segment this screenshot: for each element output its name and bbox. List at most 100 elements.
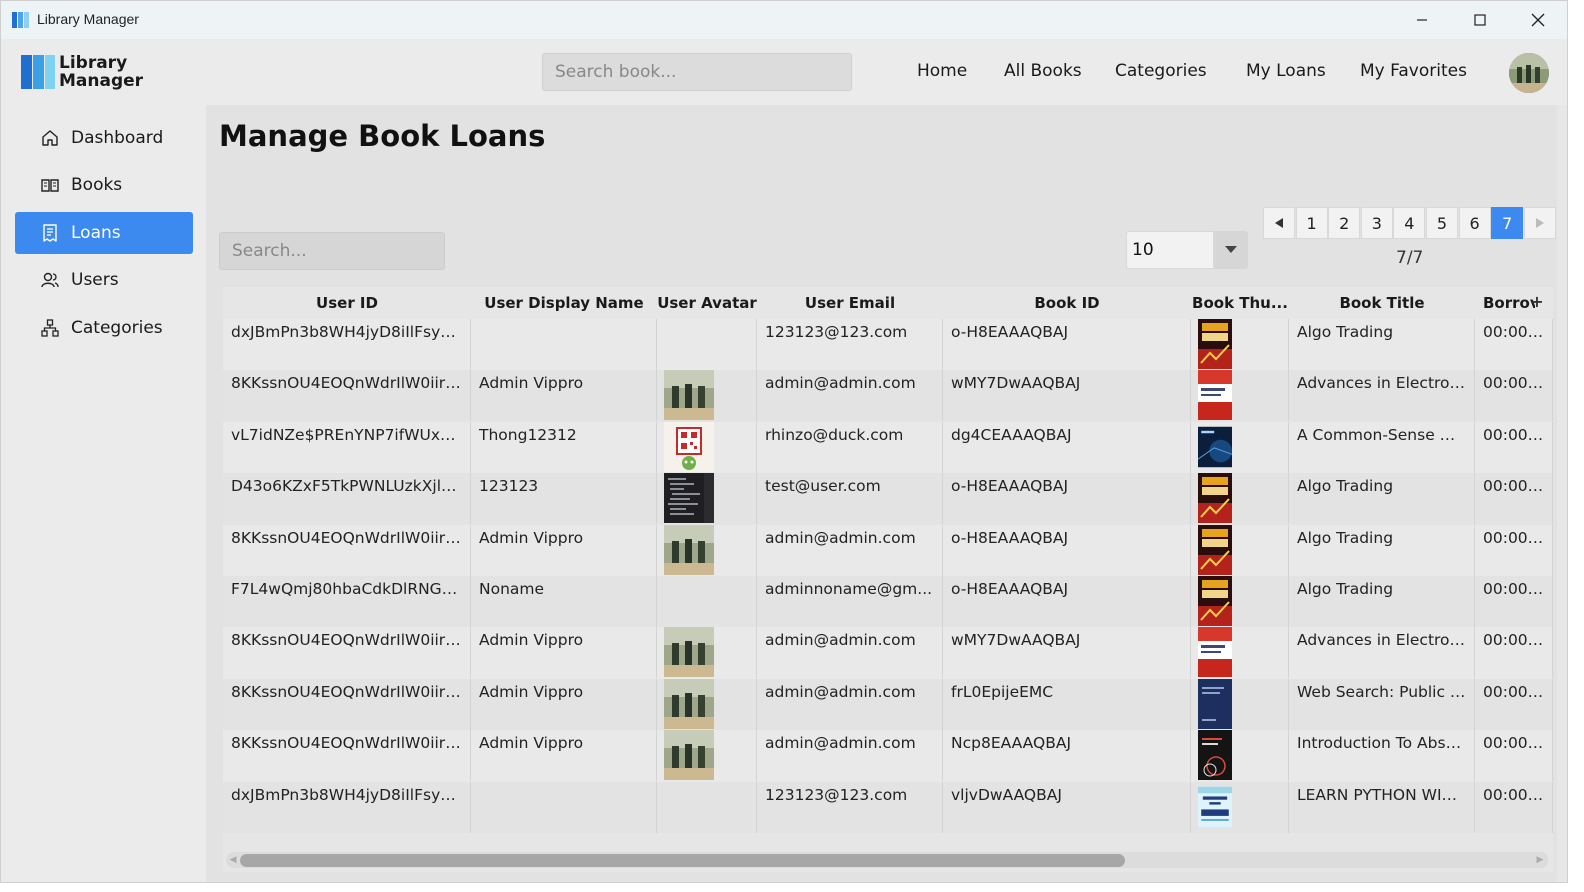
cell-book-id: wMY7DwAAQBAJ bbox=[943, 370, 1191, 422]
table-row[interactable]: dxJBmPn3b8WH4jyD8iIlFsyEp... 123123@123.c… bbox=[223, 319, 1553, 371]
nav-all-books[interactable]: All Books bbox=[1004, 61, 1082, 81]
chevron-down-icon bbox=[1225, 246, 1237, 253]
vertical-scrollbar[interactable] bbox=[1557, 105, 1567, 882]
book-thumbnail-image bbox=[1198, 319, 1232, 369]
column-header-avatar[interactable]: User Avatar bbox=[657, 287, 757, 319]
sidebar-item-label: Books bbox=[71, 175, 123, 195]
logo-line-2: Manager bbox=[59, 71, 144, 91]
table-header: User ID User Display Name User Avatar Us… bbox=[223, 287, 1553, 319]
avatar-photo bbox=[1509, 53, 1549, 93]
cell-email: admin@admin.com bbox=[757, 370, 943, 422]
pagination-info: 7/7 bbox=[1396, 248, 1424, 268]
cell-display-name bbox=[471, 319, 657, 370]
user-avatar-image bbox=[664, 627, 714, 678]
column-header-book-title[interactable]: Book Title bbox=[1289, 287, 1475, 319]
column-header-borrow[interactable]: Borrov bbox=[1475, 287, 1535, 319]
cell-book-title: Algo Trading bbox=[1289, 319, 1475, 370]
pagination-prev-button[interactable] bbox=[1263, 207, 1295, 239]
horizontal-scrollbar[interactable]: ◀ ▶ bbox=[226, 852, 1548, 868]
sidebar-item-label: Dashboard bbox=[71, 128, 164, 148]
sidebar-item-loans[interactable]: Loans bbox=[15, 212, 193, 254]
cell-user-id: 8KKssnOU4EOQnWdrIlW0iirpO... bbox=[223, 730, 471, 782]
scroll-right-icon[interactable]: ▶ bbox=[1534, 854, 1546, 866]
column-header-book-thumbnail[interactable]: Book Thu... bbox=[1191, 287, 1289, 319]
add-column-button[interactable]: + bbox=[1528, 289, 1546, 313]
scrollbar-thumb[interactable] bbox=[240, 854, 1125, 867]
table-row[interactable]: 8KKssnOU4EOQnWdrIlW0iirpO... Admin Vippro… bbox=[223, 370, 1553, 422]
cell-book-title: Algo Trading bbox=[1289, 473, 1475, 525]
page-size-dropdown-button[interactable] bbox=[1214, 231, 1248, 269]
book-search-input[interactable]: Search book... bbox=[542, 53, 852, 91]
table-row[interactable]: vL7idNZe$PREnYNP7ifWUxBHU... Thong12312 rh… bbox=[223, 421, 1553, 474]
cell-display-name: Admin Vippro bbox=[471, 524, 657, 576]
app-icon bbox=[12, 12, 29, 28]
cell-borrow-time: 00:00:00 bbox=[1475, 730, 1553, 782]
minimize-button[interactable] bbox=[1393, 1, 1451, 39]
pagination-page-3[interactable]: 3 bbox=[1360, 207, 1393, 239]
loan-search-input[interactable]: Search... bbox=[219, 232, 445, 270]
scroll-left-icon[interactable]: ◀ bbox=[227, 854, 239, 866]
table-row[interactable]: dxJBmPn3b8WH4jyD8iIlFsyEp... 123123@123.c… bbox=[223, 781, 1553, 833]
maximize-button[interactable] bbox=[1451, 1, 1509, 39]
cell-user-id: vL7idNZe$PREnYNP7ifWUxBHU... bbox=[223, 421, 471, 473]
nav-my-loans[interactable]: My Loans bbox=[1246, 61, 1326, 81]
cell-book-title: Algo Trading bbox=[1289, 576, 1475, 627]
pagination-page-7[interactable]: 7 bbox=[1491, 207, 1524, 239]
cell-book-id: wMY7DwAAQBAJ bbox=[943, 627, 1191, 679]
cell-book-thumbnail bbox=[1191, 627, 1289, 679]
cell-display-name: 123123 bbox=[471, 473, 657, 525]
column-header-user-id[interactable]: User ID bbox=[223, 287, 471, 319]
nav-categories[interactable]: Categories bbox=[1115, 61, 1207, 81]
book-thumbnail-image bbox=[1198, 524, 1232, 575]
cell-borrow-time: 00:00:00 bbox=[1475, 781, 1553, 833]
pagination-next-button[interactable] bbox=[1523, 207, 1556, 239]
cell-user-id: F7L4wQmj80hbaCdkDlRNGQL... bbox=[223, 576, 471, 627]
cell-book-id: vljvDwAAQBAJ bbox=[943, 781, 1191, 833]
cell-book-id: o-H8EAAAQBAJ bbox=[943, 576, 1191, 627]
nav-my-favorites[interactable]: My Favorites bbox=[1360, 61, 1467, 81]
sidebar-item-users[interactable]: Users bbox=[15, 259, 193, 301]
loan-search-placeholder: Search... bbox=[232, 241, 307, 261]
sidebar-item-label: Users bbox=[71, 270, 119, 290]
table-row[interactable]: 8KKssnOU4EOQnWdrIlW0iirpO... Admin Vippro… bbox=[223, 730, 1553, 782]
cell-book-thumbnail bbox=[1191, 370, 1289, 422]
sidebar-item-dashboard[interactable]: Dashboard bbox=[15, 117, 193, 159]
sidebar-item-categories[interactable]: Categories bbox=[15, 307, 193, 349]
cell-user-id: 8KKssnOU4EOQnWdrIlW0iirpO... bbox=[223, 370, 471, 422]
book-thumbnail-image bbox=[1198, 473, 1232, 524]
page-size-select[interactable]: 10 bbox=[1126, 231, 1248, 269]
table-row[interactable]: 8KKssnOU4EOQnWdrIlW0iirpO... Admin Vippro… bbox=[223, 627, 1553, 679]
cell-borrow-time: 00:00:00 bbox=[1475, 319, 1553, 370]
pagination-page-6[interactable]: 6 bbox=[1458, 207, 1491, 239]
pagination: 1 2 3 4 5 6 7 bbox=[1263, 207, 1556, 239]
nav-home[interactable]: Home bbox=[917, 61, 967, 81]
user-avatar-image bbox=[664, 370, 714, 421]
pagination-page-4[interactable]: 4 bbox=[1393, 207, 1426, 239]
user-avatar[interactable] bbox=[1509, 53, 1549, 93]
pagination-page-5[interactable]: 5 bbox=[1425, 207, 1458, 239]
loans-table: User ID User Display Name User Avatar Us… bbox=[223, 287, 1553, 872]
cell-book-thumbnail bbox=[1191, 678, 1289, 730]
pagination-page-2[interactable]: 2 bbox=[1328, 207, 1361, 239]
table-row[interactable]: F7L4wQmj80hbaCdkDlRNGQL... Noname adminnon… bbox=[223, 576, 1553, 628]
close-button[interactable] bbox=[1509, 1, 1567, 39]
table-row[interactable]: D43o6KZxF5TkPWNLUzkXjl0lY... 123123 test@u… bbox=[223, 473, 1553, 525]
cell-borrow-time: 00:00:00 bbox=[1475, 678, 1553, 730]
table-row[interactable]: 8KKssnOU4EOQnWdrIlW0iirpO... Admin Vippro… bbox=[223, 524, 1553, 576]
sidebar-item-books[interactable]: Books bbox=[15, 164, 193, 206]
cell-book-title: LEARN PYTHON WITH 2... bbox=[1289, 781, 1475, 833]
cell-display-name: Thong12312 bbox=[471, 421, 657, 473]
column-header-book-id[interactable]: Book ID bbox=[943, 287, 1191, 319]
book-thumbnail-image bbox=[1198, 627, 1232, 678]
column-header-email[interactable]: User Email bbox=[757, 287, 943, 319]
cell-book-thumbnail bbox=[1191, 421, 1289, 473]
user-avatar-image bbox=[664, 524, 714, 575]
cell-email: rhinzo@duck.com bbox=[757, 421, 943, 473]
book-thumbnail-image bbox=[1198, 786, 1232, 827]
logo-icon[interactable] bbox=[21, 55, 59, 91]
pagination-page-1[interactable]: 1 bbox=[1295, 207, 1328, 239]
column-header-display-name[interactable]: User Display Name bbox=[471, 287, 657, 319]
cell-avatar bbox=[657, 421, 757, 473]
table-row[interactable]: 8KKssnOU4EOQnWdrIlW0iirpO... Admin Vippro… bbox=[223, 678, 1553, 731]
cell-book-title: A Common-Sense G... bbox=[1289, 421, 1475, 473]
